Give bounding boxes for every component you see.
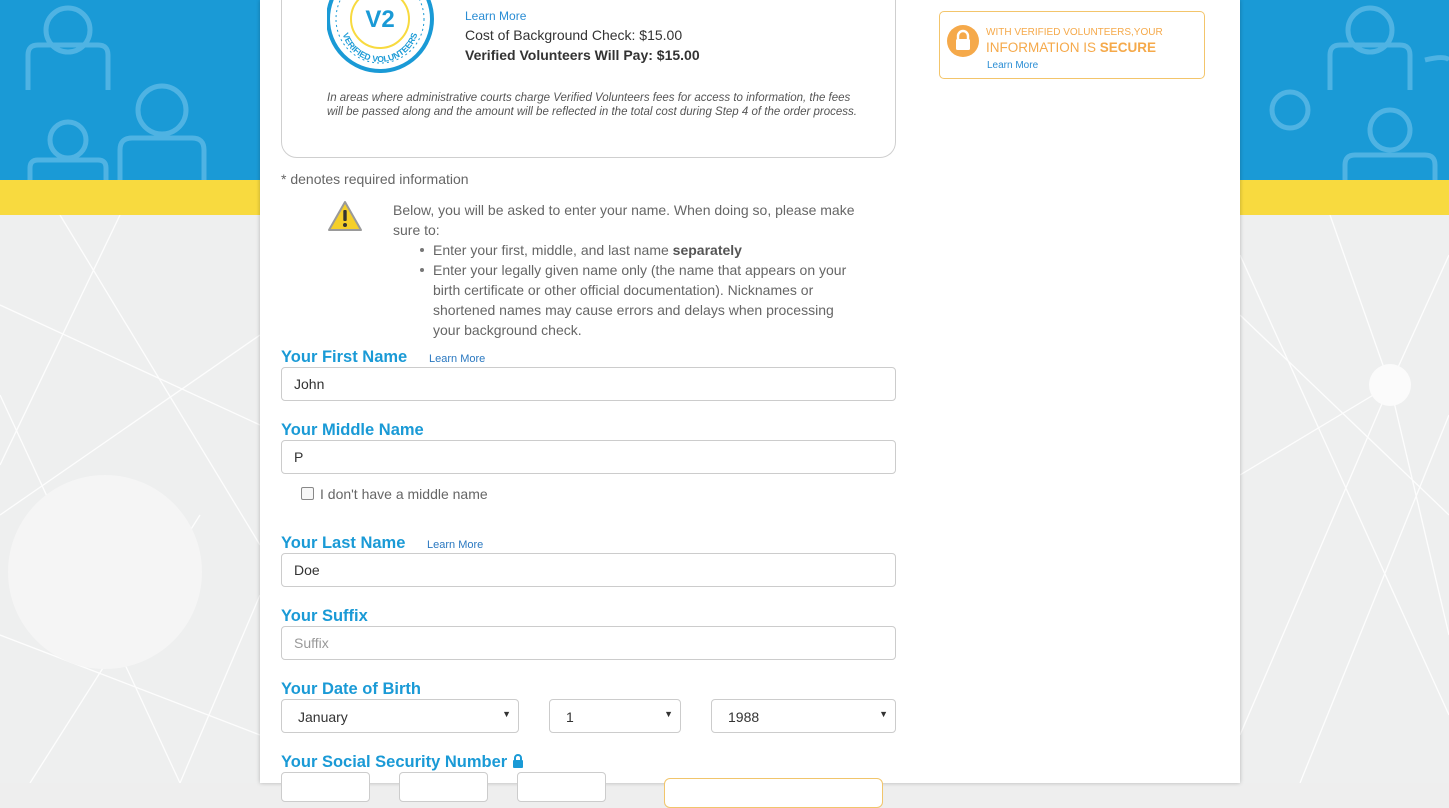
- secure-line-2: INFORMATION IS SECURE: [986, 40, 1157, 55]
- first-name-input[interactable]: [281, 367, 896, 401]
- no-middle-name-label[interactable]: I don't have a middle name: [320, 486, 488, 502]
- birth-month-value: January: [298, 709, 348, 725]
- birth-day-select[interactable]: 1 ▼: [549, 699, 681, 733]
- suffix-input[interactable]: [281, 626, 896, 660]
- svg-text:V2: V2: [365, 6, 394, 33]
- learn-more-link[interactable]: Learn More: [465, 9, 526, 23]
- birth-day-value: 1: [566, 709, 574, 725]
- name-instructions-list: Enter your first, middle, and last name …: [420, 240, 863, 340]
- verified-volunteers-seal-icon: VERIFIED VOLUNTEERS V2: [327, 0, 434, 73]
- name-instructions-intro: Below, you will be asked to enter your n…: [393, 202, 855, 238]
- ssn-label: Your Social Security Number: [281, 753, 524, 772]
- background-check-cost: Cost of Background Check: $15.00: [465, 27, 683, 43]
- first-name-learn-more-link[interactable]: Learn More: [429, 353, 485, 365]
- list-item: Enter your first, middle, and last name …: [420, 240, 863, 260]
- decorative-circle: [8, 475, 202, 669]
- background-check-info-card: VERIFIED VOLUNTEERS V2 Learn More Cost o…: [281, 0, 896, 158]
- ssn-part3-input[interactable]: [517, 772, 606, 802]
- decorative-dot: [1369, 364, 1411, 406]
- secure-line-1: WITH VERIFIED VOLUNTEERS,YOUR: [986, 27, 1163, 38]
- list-item: Enter your legally given name only (the …: [420, 260, 863, 340]
- verified-volunteers-pays: Verified Volunteers Will Pay: $15.00: [465, 47, 700, 63]
- last-name-input[interactable]: [281, 553, 896, 587]
- required-info-note: * denotes required information: [281, 171, 469, 187]
- middle-name-label: Your Middle Name: [281, 421, 424, 439]
- birth-month-select[interactable]: January ▼: [281, 699, 519, 733]
- dropdown-arrow-icon: ▼: [664, 709, 673, 719]
- dropdown-arrow-icon: ▼: [502, 709, 511, 719]
- warning-triangle-icon: [328, 201, 362, 231]
- court-fees-note: In areas where administrative courts cha…: [327, 92, 857, 118]
- no-middle-name-checkbox[interactable]: [301, 487, 314, 500]
- ssn-part2-input[interactable]: [399, 772, 488, 802]
- secure-learn-more-link[interactable]: Learn More: [987, 60, 1038, 71]
- last-name-learn-more-link[interactable]: Learn More: [427, 539, 483, 551]
- birth-year-select[interactable]: 1988 ▼: [711, 699, 896, 733]
- middle-name-input[interactable]: [281, 440, 896, 474]
- last-name-label: Your Last Name: [281, 534, 406, 552]
- date-of-birth-label: Your Date of Birth: [281, 680, 421, 698]
- dropdown-arrow-icon: ▼: [879, 709, 888, 719]
- lock-icon: [512, 754, 523, 768]
- padlock-icon: [947, 25, 979, 57]
- suffix-label: Your Suffix: [281, 607, 368, 625]
- birth-year-value: 1988: [728, 709, 760, 725]
- ssn-part1-input[interactable]: [281, 772, 370, 802]
- secure-information-box: WITH VERIFIED VOLUNTEERS,YOUR INFORMATIO…: [939, 11, 1205, 79]
- main-panel: VERIFIED VOLUNTEERS V2 Learn More Cost o…: [260, 0, 1240, 808]
- first-name-label: Your First Name: [281, 348, 408, 366]
